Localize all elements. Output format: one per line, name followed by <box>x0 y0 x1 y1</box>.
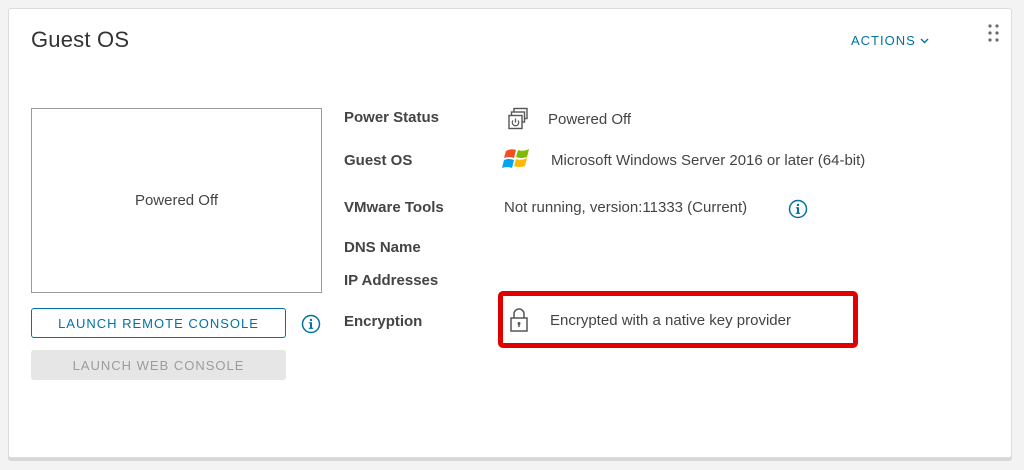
console-preview-text: Powered Off <box>134 192 219 209</box>
ip-addresses-label: IP Addresses <box>344 272 439 289</box>
launch-remote-console-button[interactable]: LAUNCH REMOTE CONSOLE <box>31 308 286 338</box>
encryption-label: Encryption <box>344 313 423 330</box>
vm-power-icon <box>508 107 528 130</box>
launch-web-console-button[interactable]: LAUNCH WEB CONSOLE <box>31 350 286 380</box>
power-status-label: Power Status <box>344 109 440 126</box>
drag-handle-icon[interactable] <box>987 23 1001 43</box>
guest-os-label: Guest OS <box>344 152 413 169</box>
console-preview[interactable]: Powered Off <box>31 108 322 293</box>
card-title: Guest OS <box>31 27 130 52</box>
info-icon[interactable] <box>301 314 321 334</box>
power-status-value: Powered Off <box>548 111 632 128</box>
chevron-down-icon <box>920 38 929 43</box>
vmware-tools-label: VMware Tools <box>344 199 444 216</box>
windows-logo-icon <box>502 149 529 168</box>
guest-os-card: Guest OS ACTIONS Powered Off LAUNCH REMO… <box>8 8 1012 458</box>
vmware-tools-info-icon[interactable] <box>788 199 808 219</box>
highlight-box <box>498 291 858 348</box>
dns-name-label: DNS Name <box>344 239 421 256</box>
guest-os-value: Microsoft Windows Server 2016 or later (… <box>551 152 866 169</box>
actions-menu[interactable]: ACTIONS <box>851 33 929 48</box>
actions-label: ACTIONS <box>851 33 916 48</box>
vmware-tools-value: Not running, version:11333 (Current) <box>504 199 748 216</box>
